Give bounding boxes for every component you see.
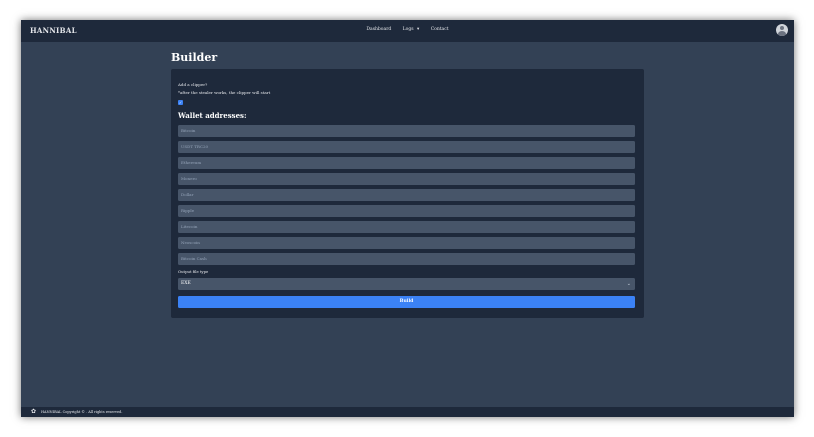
wallet-input[interactable]: Neoscoin <box>178 237 635 249</box>
wallet-input[interactable]: Bitcoin Cash <box>178 253 635 265</box>
top-navbar: HANNIBAL Dashboard Logs ▾ Contact <box>21 20 794 42</box>
checkmark-icon: ✓ <box>178 100 183 105</box>
chevron-down-icon: ▾ <box>417 27 420 32</box>
clipper-checkbox[interactable]: ✓ <box>178 100 183 105</box>
output-type-select[interactable]: EXE ⌄ <box>178 278 635 290</box>
wallets-heading: Wallet addresses: <box>178 111 247 120</box>
wallet-input[interactable]: USDT TRC20 <box>178 141 635 153</box>
copyright-text: HANNIBAL Copyright © . All rights reserv… <box>41 410 123 414</box>
nav-contact[interactable]: Contact <box>431 27 449 32</box>
chevron-down-icon: ⌄ <box>626 281 631 287</box>
avatar-head <box>780 26 784 30</box>
user-avatar-icon[interactable] <box>776 24 788 36</box>
wallet-input[interactable]: Monero <box>178 173 635 185</box>
page-title: Builder <box>171 51 218 64</box>
wallet-input[interactable]: Bitcoin <box>178 125 635 137</box>
build-button[interactable]: Build <box>178 296 635 308</box>
wallet-input[interactable]: Ripple <box>178 205 635 217</box>
builder-panel: Add a clipper? *after the stealer works,… <box>171 69 644 318</box>
nav-logs-label: Logs <box>402 27 414 32</box>
footer: ✿ HANNIBAL Copyright © . All rights rese… <box>21 407 794 417</box>
nav-dashboard[interactable]: Dashboard <box>366 27 391 32</box>
avatar-body <box>778 31 786 36</box>
output-type-value: EXE <box>181 281 191 286</box>
paw-icon: ✿ <box>31 408 37 415</box>
app-window: HANNIBAL Dashboard Logs ▾ Contact Builde… <box>21 20 794 417</box>
clipper-note: *after the stealer works, the clipper wi… <box>178 90 271 95</box>
nav-logs[interactable]: Logs ▾ <box>403 27 420 32</box>
wallet-input[interactable]: Litecoin <box>178 221 635 233</box>
clipper-question: Add a clipper? <box>178 82 208 87</box>
wallet-input[interactable]: Ethereum <box>178 157 635 169</box>
nav-links: Dashboard Logs ▾ Contact <box>21 27 794 32</box>
output-type-label: Output file type <box>178 269 209 274</box>
wallet-input[interactable]: Dollar <box>178 189 635 201</box>
